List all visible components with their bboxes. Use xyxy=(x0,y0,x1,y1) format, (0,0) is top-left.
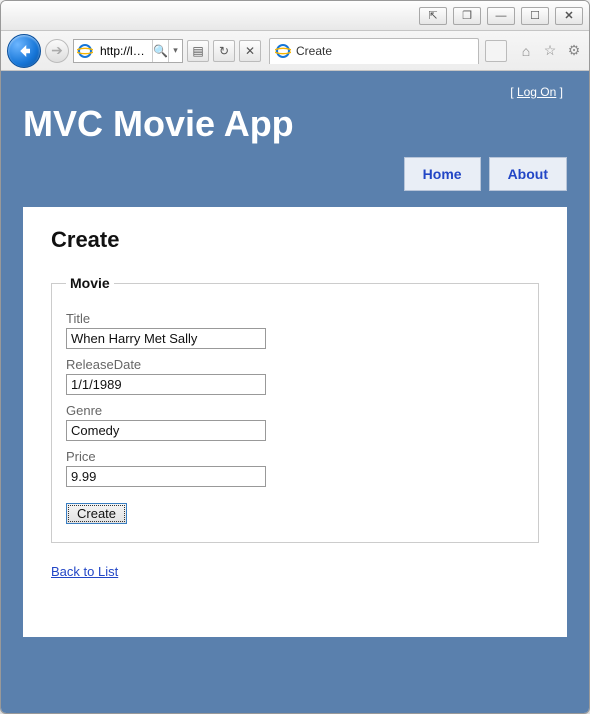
address-bar[interactable]: http://loc... 🔍 ▾ xyxy=(73,39,183,63)
window-maximize-button[interactable]: ☐ xyxy=(521,7,549,25)
toolbar-right-icons: ⌂ ☆ ⚙ xyxy=(517,42,583,60)
ie-logo-icon xyxy=(74,40,96,62)
bracket-left: [ xyxy=(510,85,517,99)
tab-title: Create xyxy=(296,44,332,58)
address-text[interactable]: http://loc... xyxy=(96,44,152,58)
nav-back-button[interactable] xyxy=(7,34,41,68)
bracket-right: ] xyxy=(556,85,563,99)
tabstrip-button[interactable]: ▤ xyxy=(187,40,209,62)
main-menu: Home About xyxy=(23,157,567,191)
page-body: Create Movie Title ReleaseDate Genre xyxy=(23,207,567,637)
account-area: [ Log On ] xyxy=(23,85,567,99)
releasedate-label: ReleaseDate xyxy=(66,357,524,372)
window-close-button[interactable]: ✕ xyxy=(555,7,583,25)
releasedate-input[interactable] xyxy=(66,374,266,395)
page-viewport[interactable]: [ Log On ] MVC Movie App Home About Crea… xyxy=(1,71,589,713)
arrow-right-icon: ➔ xyxy=(51,42,63,59)
window-titlebar: ⇱ ❐ — ☐ ✕ xyxy=(1,1,589,31)
settings-gear-icon[interactable]: ⚙ xyxy=(565,42,583,60)
window-minimize-button[interactable]: — xyxy=(487,7,515,25)
create-submit-button[interactable] xyxy=(66,503,127,524)
logon-link[interactable]: Log On xyxy=(517,85,556,99)
price-input[interactable] xyxy=(66,466,266,487)
window-restore-button[interactable]: ❐ xyxy=(453,7,481,25)
fieldset-legend: Movie xyxy=(66,275,114,291)
menu-home-link[interactable]: Home xyxy=(404,157,481,191)
price-label: Price xyxy=(66,449,524,464)
stop-button[interactable]: ✕ xyxy=(239,40,261,62)
title-input[interactable] xyxy=(66,328,266,349)
new-tab-button[interactable] xyxy=(485,40,507,62)
browser-window: ⇱ ❐ — ☐ ✕ ➔ http://loc... 🔍 ▾ ▤ ↻ ✕ Crea… xyxy=(0,0,590,714)
nav-forward-button[interactable]: ➔ xyxy=(45,39,69,63)
browser-toolbar: ➔ http://loc... 🔍 ▾ ▤ ↻ ✕ Create ⌂ ☆ ⚙ xyxy=(1,31,589,71)
browser-tab[interactable]: Create xyxy=(269,38,479,64)
home-icon[interactable]: ⌂ xyxy=(517,42,535,60)
movie-fieldset: Movie Title ReleaseDate Genre Price xyxy=(51,275,539,543)
address-search-icon[interactable]: 🔍 xyxy=(152,40,168,62)
menu-about-link[interactable]: About xyxy=(489,157,567,191)
window-expand-button[interactable]: ⇱ xyxy=(419,7,447,25)
genre-input[interactable] xyxy=(66,420,266,441)
title-label: Title xyxy=(66,311,524,326)
favorites-icon[interactable]: ☆ xyxy=(541,42,559,60)
site-container: [ Log On ] MVC Movie App Home About Crea… xyxy=(1,71,589,667)
page-heading: Create xyxy=(51,227,539,253)
arrow-left-icon xyxy=(15,42,33,60)
site-title: MVC Movie App xyxy=(23,103,567,145)
address-dropdown-icon[interactable]: ▾ xyxy=(168,40,182,62)
back-to-list-link[interactable]: Back to List xyxy=(51,564,118,579)
ie-logo-icon xyxy=(274,42,292,60)
refresh-button[interactable]: ↻ xyxy=(213,40,235,62)
genre-label: Genre xyxy=(66,403,524,418)
